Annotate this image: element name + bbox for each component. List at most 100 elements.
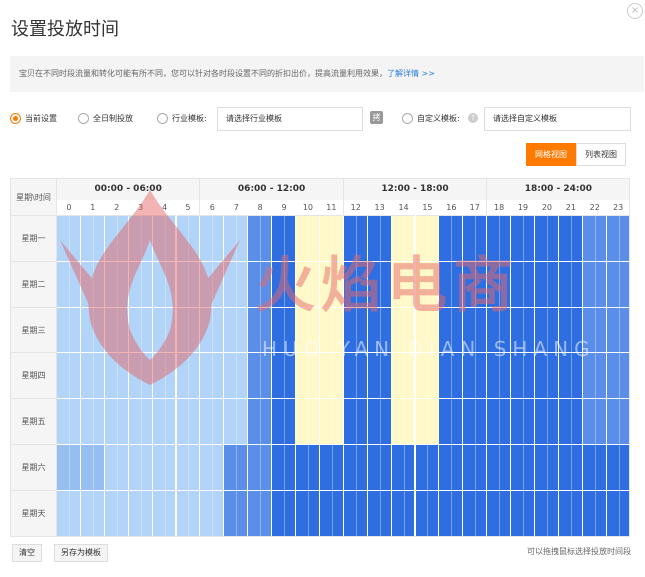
notice-bar: 宝贝在不同时段流量和转化可能有所不同，您可以针对各时段设置不同的折扣出价，提高流… (10, 56, 644, 92)
radio-current-setting[interactable]: 当前设置 (10, 111, 57, 125)
half-hour-divider (307, 216, 309, 262)
half-hour-divider (427, 216, 429, 262)
half-hour-divider (68, 490, 70, 536)
half-hour-divider (379, 399, 381, 445)
half-hour-divider (68, 353, 70, 400)
half-hour-divider (307, 307, 309, 354)
weekday-label: 星期四 (11, 353, 57, 400)
hour-header: 16 (439, 200, 464, 216)
grid-corner-label: 星期\时间 (11, 179, 57, 216)
hour-header: 23 (606, 200, 629, 216)
half-hour-divider (212, 261, 214, 308)
half-hour-divider (546, 353, 548, 400)
half-hour-divider (499, 399, 501, 445)
radio-unchecked-icon (402, 112, 413, 124)
half-hour-divider (475, 307, 477, 354)
half-hour-divider (92, 353, 94, 400)
half-hour-divider (594, 445, 596, 491)
custom-template-select[interactable]: 请选择自定义模板 (484, 107, 631, 131)
half-hour-divider (523, 216, 525, 262)
radio-custom-template[interactable]: 自定义模板: (402, 111, 460, 125)
help-icon[interactable]: ? (468, 113, 478, 123)
half-hour-divider (140, 353, 142, 400)
hour-header: 8 (248, 200, 273, 216)
template-copy-icon[interactable]: 拷 (370, 111, 383, 124)
half-hour-divider (427, 445, 429, 491)
half-hour-divider (331, 399, 333, 445)
half-hour-divider (475, 216, 477, 262)
list-view-button[interactable]: 列表视图 (576, 143, 626, 166)
half-hour-divider (546, 490, 548, 536)
half-hour-divider (403, 216, 405, 262)
radio-unchecked-icon (78, 112, 89, 124)
half-hour-divider (331, 353, 333, 400)
half-hour-divider (546, 216, 548, 262)
schedule-dialog: 设置投放时间 × 宝贝在不同时段流量和转化可能有所不同，您可以针对各时段设置不同… (0, 0, 645, 577)
half-hour-divider (260, 445, 262, 491)
half-hour-divider (92, 399, 94, 445)
half-hour-divider (403, 307, 405, 354)
hour-header: 3 (128, 200, 153, 216)
half-hour-divider (451, 490, 453, 536)
half-hour-divider (618, 490, 620, 536)
radio-all-day[interactable]: 全日制投放 (78, 111, 133, 125)
half-hour-divider (331, 307, 333, 354)
half-hour-divider (570, 216, 572, 262)
hour-header: 6 (200, 200, 225, 216)
half-hour-divider (523, 445, 525, 491)
hour-header: 19 (511, 200, 535, 216)
half-hour-divider (284, 445, 286, 491)
half-hour-divider (140, 307, 142, 354)
hour-header: 20 (535, 200, 559, 216)
hour-header: 7 (224, 200, 249, 216)
grid-view-button[interactable]: 网格视图 (526, 143, 576, 166)
hour-header: 15 (415, 200, 440, 216)
half-hour-divider (499, 307, 501, 354)
hour-header: 2 (104, 200, 129, 216)
industry-template-select[interactable]: 请选择行业模板 (217, 107, 363, 131)
hour-header: 21 (558, 200, 583, 216)
hour-header: 14 (391, 200, 416, 216)
half-hour-divider (451, 216, 453, 262)
half-hour-divider (212, 490, 214, 536)
half-hour-divider (379, 261, 381, 308)
learn-more-link[interactable]: 了解详情 >> (387, 69, 435, 78)
half-hour-divider (403, 353, 405, 400)
half-hour-divider (570, 445, 572, 491)
time-range-header: 06:00 - 12:00 (200, 179, 344, 200)
time-range-header: 00:00 - 06:00 (57, 179, 201, 200)
weekday-label: 星期天 (11, 490, 57, 536)
half-hour-divider (570, 307, 572, 354)
clear-button[interactable]: 清空 (12, 544, 42, 562)
half-hour-divider (307, 261, 309, 308)
half-hour-divider (331, 445, 333, 491)
half-hour-divider (451, 399, 453, 445)
half-hour-divider (188, 261, 190, 308)
half-hour-divider (475, 353, 477, 400)
half-hour-divider (188, 216, 190, 262)
half-hour-divider (260, 490, 262, 536)
half-hour-divider (403, 399, 405, 445)
half-hour-divider (355, 490, 357, 536)
half-hour-divider (116, 445, 118, 491)
time-range-header: 12:00 - 18:00 (343, 179, 488, 200)
save-template-button[interactable]: 另存为模板 (54, 544, 108, 562)
half-hour-divider (379, 216, 381, 262)
half-hour-divider (92, 445, 94, 491)
hour-header: 5 (176, 200, 201, 216)
half-hour-divider (260, 399, 262, 445)
close-icon[interactable]: × (627, 3, 643, 19)
half-hour-divider (164, 445, 166, 491)
half-hour-divider (140, 445, 142, 491)
half-hour-divider (236, 307, 238, 354)
half-hour-divider (594, 490, 596, 536)
half-hour-divider (92, 216, 94, 262)
schedule-grid[interactable]: 星期\时间 00:00 - 06:00 06:00 - 12:00 12:00 - … (10, 178, 630, 537)
half-hour-divider (164, 490, 166, 536)
half-hour-divider (331, 261, 333, 308)
radio-industry-template[interactable]: 行业模板: (157, 111, 207, 125)
half-hour-divider (475, 445, 477, 491)
hour-header: 12 (343, 200, 368, 216)
half-hour-divider (499, 353, 501, 400)
weekday-label: 星期三 (11, 307, 57, 354)
